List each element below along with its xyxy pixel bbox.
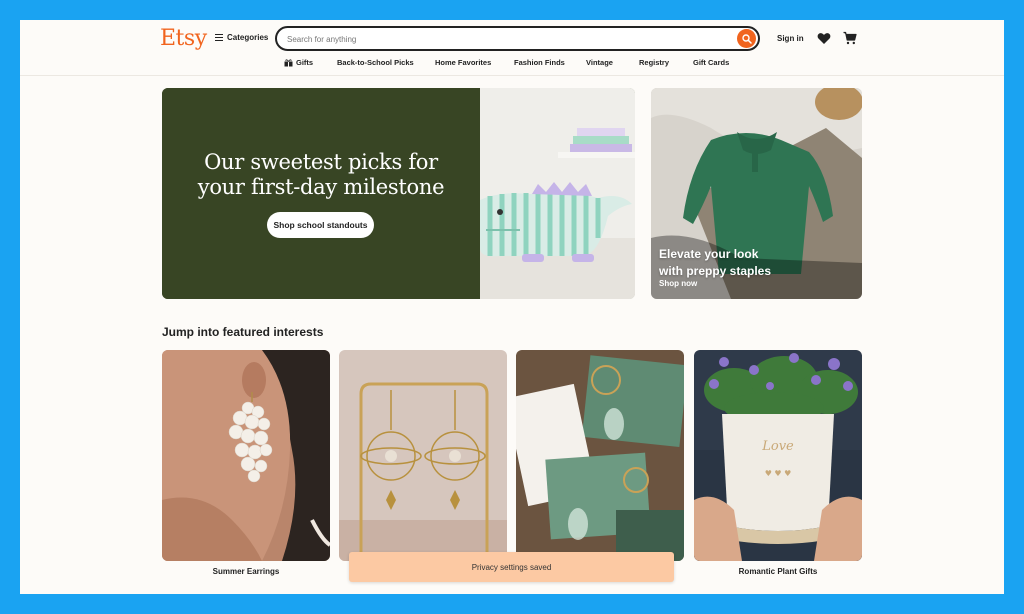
featured-card-wedding-favors[interactable] bbox=[516, 350, 684, 561]
browser-window: Etsy Categories Sign in bbox=[20, 20, 1004, 594]
card-label-romantic-plant-gifts[interactable]: Romantic Plant Gifts bbox=[694, 567, 862, 576]
featured-card-romantic-plant-gifts[interactable]: Love ♥ ♥ ♥ bbox=[694, 350, 862, 561]
cart-icon[interactable] bbox=[843, 31, 857, 45]
hero-text-panel: Our sweetest picks for your first-day mi… bbox=[162, 88, 480, 299]
plant-pot-image: Love ♥ ♥ ♥ bbox=[694, 350, 862, 561]
shop-now-link[interactable]: Shop now bbox=[659, 279, 697, 288]
category-nav: Gifts Back-to-School Picks Home Favorite… bbox=[20, 58, 1004, 72]
favorites-heart-icon[interactable] bbox=[817, 32, 831, 45]
nav-item-vintage[interactable]: Vintage bbox=[586, 58, 613, 67]
featured-interests-title: Jump into featured interests bbox=[162, 325, 324, 339]
menu-icon bbox=[215, 34, 223, 42]
featured-card-summer-earrings[interactable] bbox=[162, 350, 330, 561]
gold-earrings-image bbox=[339, 350, 507, 561]
nav-item-gift-cards[interactable]: Gift Cards bbox=[693, 58, 729, 67]
preppy-caption-line: with preppy staples bbox=[659, 264, 772, 278]
gift-icon bbox=[284, 58, 293, 66]
nav-item-home-favorites[interactable]: Home Favorites bbox=[435, 58, 491, 67]
nav-item-back-to-school[interactable]: Back-to-School Picks bbox=[337, 58, 414, 67]
etsy-logo[interactable]: Etsy bbox=[160, 26, 207, 51]
wedding-favors-image bbox=[516, 350, 684, 561]
hero-title-line: your first-day milestone bbox=[197, 175, 445, 199]
preppy-caption-line: Elevate your look bbox=[659, 247, 759, 261]
crocodile-pillow-image bbox=[480, 88, 635, 299]
preppy-caption: Elevate your look with preppy staples bbox=[659, 246, 771, 280]
nav-item-gifts[interactable]: Gifts bbox=[284, 58, 313, 67]
nav-item-label: Gifts bbox=[296, 58, 314, 67]
shop-school-button[interactable]: Shop school standouts bbox=[267, 212, 374, 238]
search-button[interactable] bbox=[737, 29, 756, 48]
nav-item-fashion-finds[interactable]: Fashion Finds bbox=[514, 58, 565, 67]
featured-card-gold-earrings[interactable] bbox=[339, 350, 507, 561]
sign-in-link[interactable]: Sign in bbox=[777, 34, 804, 43]
categories-button[interactable]: Categories bbox=[215, 33, 268, 42]
preppy-staples-card[interactable]: Elevate your look with preppy staples Sh… bbox=[651, 88, 862, 299]
hero-banner[interactable]: Our sweetest picks for your first-day mi… bbox=[162, 88, 635, 299]
card-label-summer-earrings[interactable]: Summer Earrings bbox=[162, 567, 330, 576]
svg-text:♥ ♥ ♥: ♥ ♥ ♥ bbox=[765, 469, 792, 478]
svg-text:Love: Love bbox=[761, 439, 794, 454]
search-icon bbox=[741, 33, 752, 44]
hero-title-line: Our sweetest picks for bbox=[204, 150, 438, 174]
hero-title: Our sweetest picks for your first-day mi… bbox=[162, 150, 480, 200]
search-input[interactable] bbox=[287, 31, 727, 47]
categories-label: Categories bbox=[227, 33, 269, 42]
earrings-model-image bbox=[162, 350, 330, 561]
search-bar bbox=[275, 26, 760, 51]
nav-item-registry[interactable]: Registry bbox=[639, 58, 669, 67]
site-header: Etsy Categories Sign in bbox=[20, 20, 1004, 76]
privacy-toast: Privacy settings saved bbox=[349, 552, 674, 582]
